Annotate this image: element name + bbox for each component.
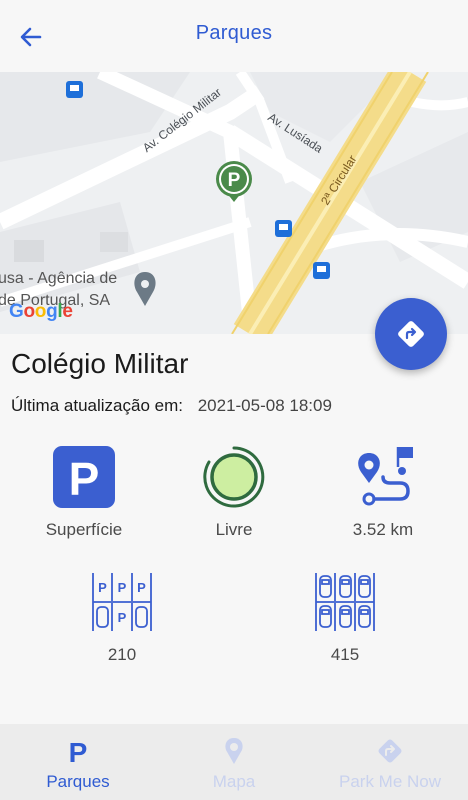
place-pin-icon[interactable] [134, 272, 156, 306]
availability-label: Livre [215, 520, 253, 539]
svg-text:P: P [118, 610, 127, 625]
last-update-value: 2021-05-08 18:09 [197, 396, 332, 415]
bus-stop-icon [313, 262, 330, 279]
paid-spaces-label: 210 [107, 645, 137, 664]
paid-spaces-icon: PPP P [92, 573, 152, 631]
map-view[interactable]: P Av. Colégio Militar Av. Lusíada 2ª Cir… [0, 72, 468, 334]
nav-label-park-me-now: Park Me Now [338, 772, 442, 791]
svg-text:P: P [228, 170, 241, 191]
nav-item-parques[interactable]: P Parques [0, 724, 156, 800]
paid-spaces-stat: PPP P 210 [47, 569, 197, 665]
svg-text:P: P [69, 453, 100, 505]
svg-text:P: P [69, 737, 88, 765]
page-title: Parques [195, 22, 273, 44]
svg-text:P: P [118, 580, 127, 595]
nav-label-mapa: Mapa [212, 772, 256, 791]
total-spaces-label: 415 [330, 645, 360, 664]
nav-label-parques: Parques [46, 772, 110, 791]
directions-nav-icon [378, 739, 402, 763]
route-icon [358, 447, 413, 506]
parking-marker-icon[interactable]: P [216, 161, 252, 202]
bus-stop-icon [66, 81, 83, 98]
directions-icon [398, 321, 424, 347]
availability-stat: Livre [159, 444, 309, 540]
parking-p-icon: P [53, 446, 115, 508]
car-spaces-icon [315, 573, 375, 631]
distance-stat: 3.52 km [308, 444, 458, 540]
svg-text:P: P [137, 580, 146, 595]
map-pin-icon [225, 738, 243, 764]
directions-button[interactable] [375, 298, 447, 370]
bottom-navigation: P Parques Mapa Park Me Now [0, 724, 468, 800]
distance-label: 3.52 km [352, 520, 414, 539]
svg-text:P: P [98, 580, 107, 595]
place-label: usa - Agência de [0, 270, 118, 287]
last-update-label: Última atualização em: [11, 396, 183, 415]
park-name: Colégio Militar [11, 348, 189, 379]
nav-item-mapa[interactable]: Mapa [156, 724, 312, 800]
nav-item-park-me-now[interactable]: Park Me Now [312, 724, 468, 800]
park-type-label: Superfície [45, 520, 123, 539]
parking-nav-icon: P [69, 737, 88, 765]
total-spaces-stat: 415 [270, 569, 420, 665]
park-type-stat: P Superfície [9, 444, 159, 540]
google-logo: Google [9, 301, 73, 322]
bus-stop-icon [275, 220, 292, 237]
availability-circle-icon [203, 446, 265, 508]
app-header: Parques [0, 0, 468, 72]
last-update-row: Última atualização em: 2021-05-08 18:09 [11, 396, 332, 416]
